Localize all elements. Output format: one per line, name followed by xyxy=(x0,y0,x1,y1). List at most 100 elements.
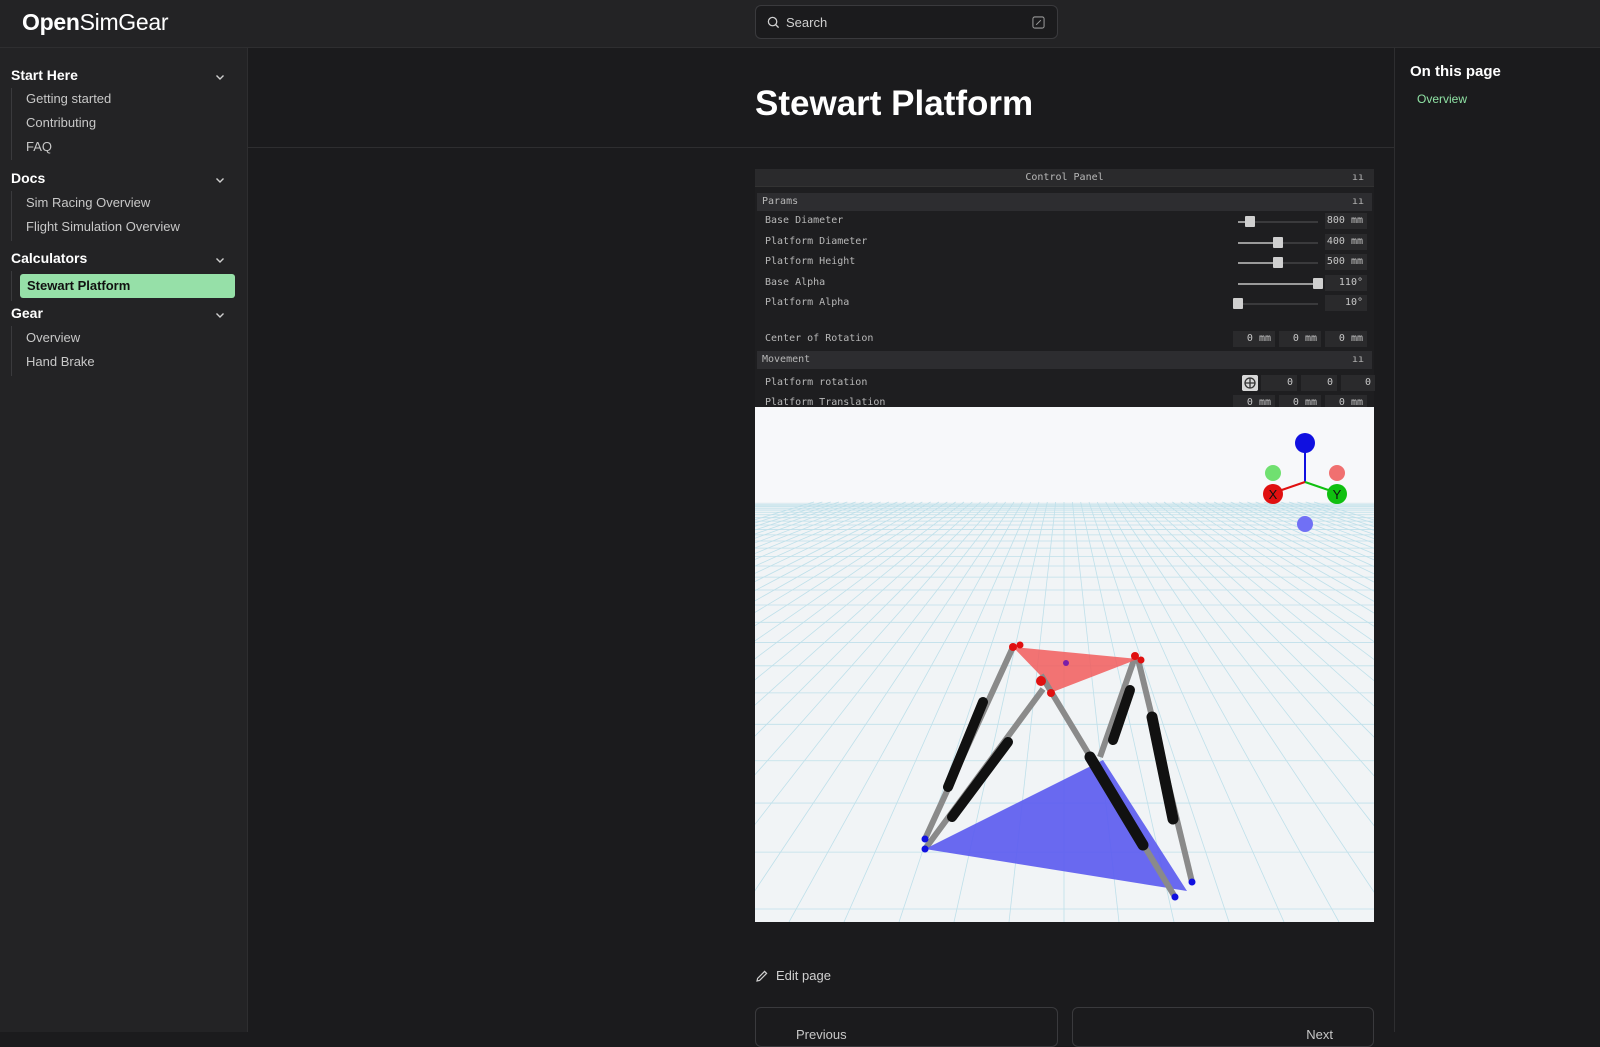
grip-icon: ıı xyxy=(1351,354,1364,365)
sidebar-item-hand-brake[interactable]: Hand Brake xyxy=(26,354,95,369)
slider-handle[interactable] xyxy=(1273,257,1283,269)
slider-handle[interactable] xyxy=(1273,236,1283,248)
sidebar-section-gear[interactable]: Gear xyxy=(11,305,226,327)
chevron-down-icon xyxy=(216,75,224,80)
section-title: Gear xyxy=(11,305,43,321)
param-value-input[interactable]: 110° xyxy=(1325,274,1367,291)
grip-icon: ıı xyxy=(1351,172,1364,183)
gizmo-y-label: Y xyxy=(1333,487,1342,502)
sky xyxy=(755,407,1374,502)
crosshair-icon[interactable] xyxy=(1242,375,1258,391)
param-row: Platform Alpha 10° xyxy=(765,293,1367,313)
slider-handle[interactable] xyxy=(1245,216,1255,227)
chevron-down-icon xyxy=(216,178,224,183)
next-label: Next xyxy=(1306,1027,1333,1042)
slider-fill xyxy=(1238,241,1278,244)
section-title: Calculators xyxy=(11,250,88,266)
page-title: Stewart Platform xyxy=(755,84,1034,123)
sidebar: Start Here Getting started Contributing … xyxy=(0,48,248,1032)
section-title: Docs xyxy=(11,170,46,186)
gizmo-x-label: X xyxy=(1269,487,1278,502)
toc-heading: On this page xyxy=(1410,63,1501,80)
sidebar-item-sim-racing-overview[interactable]: Sim Racing Overview xyxy=(26,195,150,210)
param-label: Platform Height xyxy=(765,256,856,268)
param-value-input[interactable]: 400 mm xyxy=(1325,233,1367,250)
toc-item-overview[interactable]: Overview xyxy=(1417,92,1467,106)
rotation-z-input[interactable]: 0 xyxy=(1341,375,1375,391)
center-of-rotation-label: Center of Rotation xyxy=(765,333,874,344)
sidebar-group-calculators: Stewart Platform xyxy=(11,271,235,301)
param-slider[interactable] xyxy=(1238,257,1318,269)
param-row: Base Diameter 800 mm xyxy=(765,211,1367,231)
sidebar-item-faq[interactable]: FAQ xyxy=(26,139,52,154)
3d-viewport[interactable]: X Y xyxy=(755,407,1374,922)
search-icon xyxy=(767,16,780,29)
shortcut-icon xyxy=(1032,16,1045,29)
sidebar-section-docs[interactable]: Docs xyxy=(11,170,226,192)
site-logo[interactable]: OpenSimGear xyxy=(22,9,169,36)
param-row: Platform Height 500 mm xyxy=(765,252,1367,272)
platform-rotation-row: Platform rotation 0 0 0 xyxy=(765,373,1375,393)
next-page-link[interactable]: Next xyxy=(1072,1007,1374,1047)
center-y-input[interactable]: 0 mm xyxy=(1279,331,1321,347)
param-label: Base Diameter xyxy=(765,215,844,226)
search-button[interactable]: Search xyxy=(755,5,1058,39)
gizmo-neg-y[interactable] xyxy=(1265,465,1281,481)
pencil-icon xyxy=(756,970,768,982)
previous-page-link[interactable]: Previous xyxy=(755,1007,1058,1047)
param-row: Base Alpha 110° xyxy=(765,273,1367,293)
gizmo-neg-z[interactable] xyxy=(1297,516,1313,532)
table-of-contents: On this page Overview xyxy=(1394,48,1600,1032)
title-divider xyxy=(248,147,1394,148)
slider-fill xyxy=(1238,282,1318,285)
param-slider[interactable] xyxy=(1238,236,1318,248)
control-panel-title: Control Panel xyxy=(1025,172,1104,183)
stewart-platform-scene[interactable]: X Y xyxy=(755,407,1374,922)
platform-rotation-label: Platform rotation xyxy=(765,377,868,388)
param-value-input[interactable]: 800 mm xyxy=(1325,213,1367,229)
param-label: Platform Alpha xyxy=(765,297,850,309)
grip-icon: ıı xyxy=(1351,196,1364,207)
sidebar-item-stewart-platform[interactable]: Stewart Platform xyxy=(20,274,235,298)
chevron-down-icon xyxy=(216,258,224,263)
slider-handle[interactable] xyxy=(1233,298,1243,310)
section-title: Start Here xyxy=(11,67,78,83)
center-of-rotation-row: Center of Rotation 0 mm 0 mm 0 mm xyxy=(765,329,1367,349)
sidebar-group-start-here: Getting started Contributing FAQ xyxy=(11,88,111,160)
param-slider[interactable] xyxy=(1238,277,1323,289)
top-navbar: OpenSimGear Search xyxy=(0,0,1600,48)
slider-fill xyxy=(1238,262,1278,265)
movement-folder-title: Movement xyxy=(762,354,811,365)
sidebar-item-getting-started[interactable]: Getting started xyxy=(26,91,111,106)
sidebar-group-docs: Sim Racing Overview Flight Simulation Ov… xyxy=(11,191,180,241)
gizmo-z[interactable] xyxy=(1295,433,1315,453)
sidebar-item-flight-simulation-overview[interactable]: Flight Simulation Overview xyxy=(26,219,180,234)
control-panel: Control Panel ıı Params ıı Base Diameter 80… xyxy=(755,169,1375,411)
param-value-input[interactable]: 500 mm xyxy=(1325,254,1367,271)
param-label: Platform Diameter xyxy=(765,235,868,247)
search-placeholder: Search xyxy=(786,15,828,30)
params-folder[interactable]: Params ıı xyxy=(757,193,1372,211)
sidebar-item-contributing[interactable]: Contributing xyxy=(26,115,96,130)
param-value-input[interactable]: 10° xyxy=(1325,295,1367,312)
control-panel-header[interactable]: Control Panel ıı xyxy=(755,169,1374,187)
param-slider[interactable] xyxy=(1233,298,1318,310)
sidebar-group-gear: Overview Hand Brake xyxy=(11,326,95,376)
previous-label: Previous xyxy=(796,1027,847,1042)
rotation-y-input[interactable]: 0 xyxy=(1301,375,1337,391)
edit-page-label: Edit page xyxy=(776,968,831,983)
center-x-input[interactable]: 0 mm xyxy=(1233,331,1275,347)
params-folder-title: Params xyxy=(762,196,799,207)
movement-folder[interactable]: Movement ıı xyxy=(757,351,1372,369)
rotation-x-input[interactable]: 0 xyxy=(1261,375,1297,391)
center-z-input[interactable]: 0 mm xyxy=(1325,331,1367,347)
platform-translation-row: Platform Translation 0 mm 0 mm 0 mm xyxy=(765,393,1367,411)
sidebar-section-start-here[interactable]: Start Here xyxy=(11,67,226,89)
slider-handle[interactable] xyxy=(1313,277,1323,289)
sidebar-item-overview[interactable]: Overview xyxy=(26,330,80,345)
gizmo-neg-x[interactable] xyxy=(1329,465,1345,481)
param-slider[interactable] xyxy=(1238,216,1318,227)
param-row: Platform Diameter 400 mm xyxy=(765,232,1367,252)
chevron-down-icon xyxy=(216,313,224,318)
sidebar-section-calculators[interactable]: Calculators xyxy=(11,250,226,272)
